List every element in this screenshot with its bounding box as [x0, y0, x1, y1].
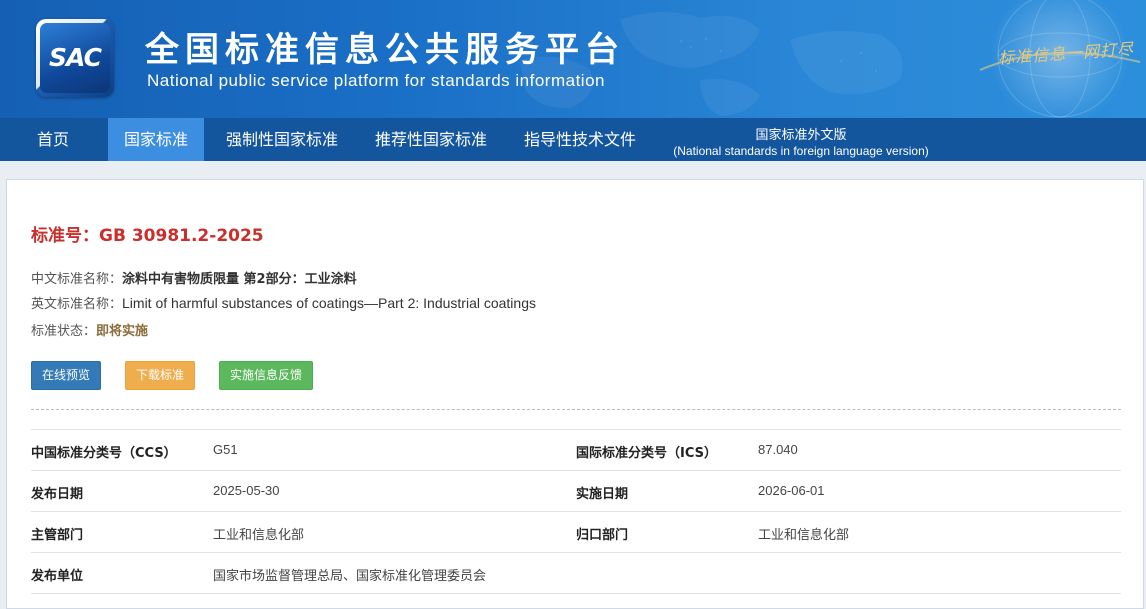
nav-home[interactable]: 首页: [18, 118, 88, 161]
ics-value: 87.040: [758, 442, 798, 457]
sac-logo[interactable]: SAC: [36, 19, 114, 97]
nav-foreign-language-standards[interactable]: 国家标准外文版 (National standards in foreign l…: [668, 118, 934, 161]
online-preview-button[interactable]: 在线预览: [31, 361, 101, 390]
site-banner: SAC 全国标准信息公共服务平台 National public service…: [0, 0, 1146, 118]
status-row: 标准状态：即将实施: [31, 320, 148, 339]
logo-text: SAC: [49, 43, 102, 72]
cn-name-value: 涂料中有害物质限量 第2部分：工业涂料: [122, 272, 357, 287]
dashed-divider: [31, 409, 1121, 410]
main-nav: 首页 国家标准 强制性国家标准 推荐性国家标准 指导性技术文件 国家标准外文版 …: [0, 118, 1146, 161]
ccs-value: G51: [213, 442, 238, 457]
status-badge: 即将实施: [96, 324, 149, 339]
en-name-label: 英文标准名称：: [31, 297, 123, 312]
standard-number-label: 标准号：: [31, 226, 99, 246]
nav-foreign-label-en: (National standards in foreign language …: [673, 144, 929, 158]
site-subtitle: National public service platform for sta…: [147, 71, 605, 90]
centralized-dept-label: 归口部门: [576, 528, 629, 543]
nav-recommended-standards[interactable]: 推荐性国家标准: [363, 118, 499, 161]
competent-dept-label: 主管部门: [31, 528, 84, 543]
competent-dept-value: 工业和信息化部: [213, 527, 305, 542]
cn-name-label: 中文标准名称：: [31, 272, 123, 287]
nav-mandatory-standards[interactable]: 强制性国家标准: [214, 118, 350, 161]
en-name-value: Limit of harmful substances of coatings—…: [122, 295, 536, 311]
download-standard-button[interactable]: 下载标准: [125, 361, 195, 390]
ics-label: 国际标准分类号（ICS）: [576, 446, 717, 461]
table-row-divider: [31, 429, 1121, 430]
table-row-divider: [31, 593, 1121, 594]
cn-name-row: 中文标准名称：涂料中有害物质限量 第2部分：工业涂料: [31, 268, 357, 287]
implement-date-value: 2026-06-01: [758, 483, 825, 498]
table-row-divider: [31, 470, 1121, 471]
nav-foreign-label-cn: 国家标准外文版: [755, 128, 847, 143]
ccs-label: 中国标准分类号（CCS）: [31, 446, 177, 461]
site-title: 全国标准信息公共服务平台: [145, 30, 625, 70]
table-row-divider: [31, 511, 1121, 512]
publish-date-value: 2025-05-30: [213, 483, 280, 498]
implementation-feedback-button[interactable]: 实施信息反馈: [219, 361, 313, 390]
status-label: 标准状态：: [31, 324, 97, 339]
standard-detail-panel: 标准号：GB 30981.2-2025 中文标准名称：涂料中有害物质限量 第2部…: [6, 179, 1144, 609]
standard-number: GB 30981.2-2025: [99, 226, 264, 246]
en-name-row: 英文标准名称：Limit of harmful substances of co…: [31, 293, 536, 312]
centralized-dept-value: 工业和信息化部: [758, 527, 850, 542]
nav-guidance-documents[interactable]: 指导性技术文件: [512, 118, 648, 161]
implement-date-label: 实施日期: [576, 487, 629, 502]
issuer-label: 发布单位: [31, 569, 84, 584]
standard-number-heading: 标准号：GB 30981.2-2025: [31, 221, 264, 246]
nav-national-standards[interactable]: 国家标准: [108, 118, 204, 161]
table-row-divider: [31, 552, 1121, 553]
issuer-value: 国家市场监督管理总局、国家标准化管理委员会: [213, 568, 487, 583]
publish-date-label: 发布日期: [31, 487, 84, 502]
